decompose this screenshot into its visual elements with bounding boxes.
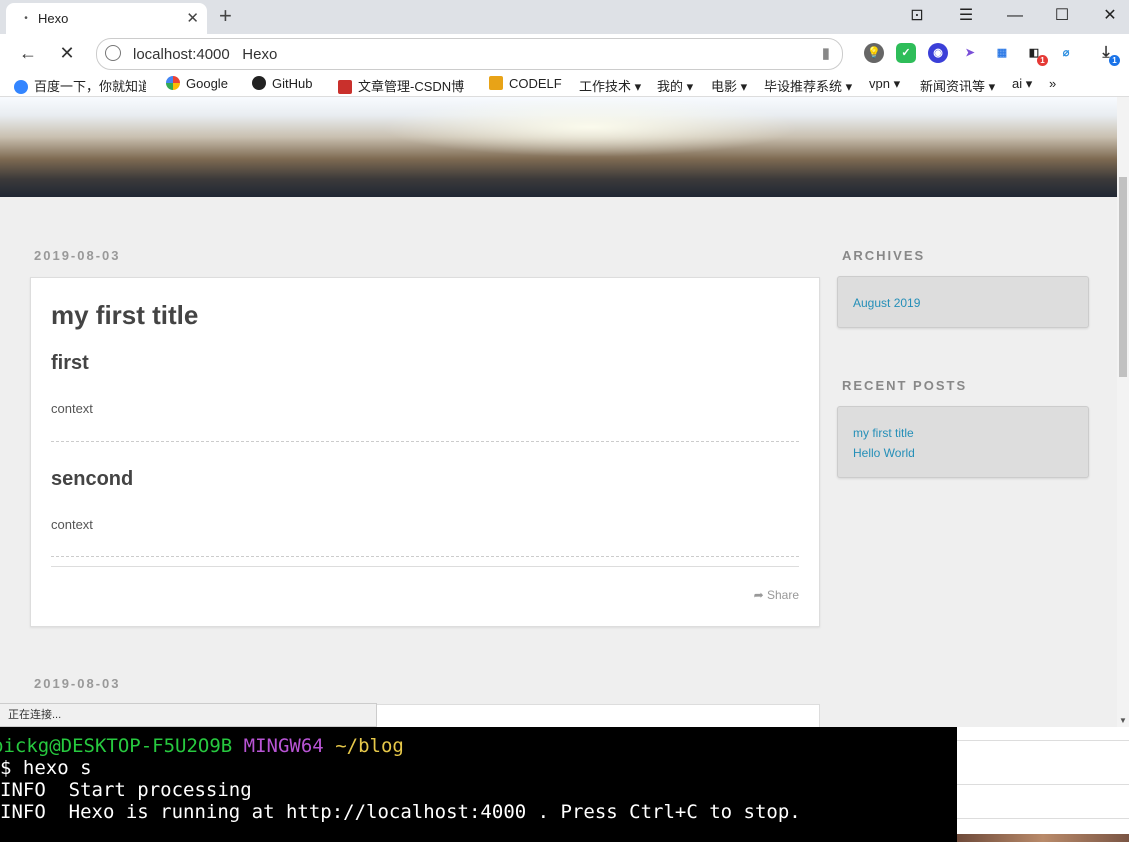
recent-post-link[interactable]: my first title xyxy=(853,426,914,440)
recent-post-link[interactable]: Hello World xyxy=(853,446,915,460)
bookmark-baidu[interactable]: 百度一下，你就知道 xyxy=(14,76,146,95)
divider xyxy=(51,556,799,557)
page-viewport: 2019-08-03 my first title first context … xyxy=(0,97,1117,727)
archives-heading: ARCHIVES xyxy=(842,248,926,263)
back-button[interactable]: ← xyxy=(16,41,40,65)
bulb-extension-icon[interactable]: 💡 xyxy=(864,43,884,63)
terminal-command: $ hexo s xyxy=(0,757,92,779)
section-heading: first xyxy=(51,352,89,374)
leaf-extension-icon[interactable]: ⌀ xyxy=(1056,43,1076,63)
close-window-button[interactable]: ✕ xyxy=(1096,4,1124,28)
octocat-extension-icon[interactable]: ◉ xyxy=(928,43,948,63)
post-date[interactable]: 2019-08-03 xyxy=(34,676,121,691)
maximize-button[interactable]: ☐ xyxy=(1048,4,1076,28)
recent-posts-widget: my first title Hello World xyxy=(837,406,1089,478)
address-host: localhost:4000 xyxy=(133,46,230,63)
terminal-output-line: INFO Hexo is running at http://localhost… xyxy=(0,801,801,823)
bookmark-google[interactable]: Google xyxy=(166,76,228,91)
shield-extension-icon[interactable]: ✓ xyxy=(896,43,916,63)
extension-badge: 1 xyxy=(1037,55,1048,66)
terminal-window[interactable]: pickg@DESKTOP-F5U2O9B MINGW64 ~/blog $ h… xyxy=(0,727,957,842)
tab-close-icon[interactable]: ✕ xyxy=(186,9,199,27)
background-image-strip xyxy=(957,834,1129,842)
section-heading: sencond xyxy=(51,468,134,490)
share-button[interactable]: ➦ Share xyxy=(754,588,799,602)
section-text: context xyxy=(51,401,93,416)
menu-icon[interactable]: ☰ xyxy=(952,4,980,28)
bookmark-folder-movies[interactable]: 电影 ▾ xyxy=(711,76,747,95)
post-title[interactable]: my first title xyxy=(51,300,198,331)
recent-posts-heading: RECENT POSTS xyxy=(842,378,968,393)
new-tab-button[interactable]: + xyxy=(219,4,232,28)
terminal-output-line: INFO Start processing xyxy=(0,779,252,801)
bookmark-codelf[interactable]: CODELF xyxy=(489,76,562,91)
bookmarks-bar: 百度一下，你就知道 Google GitHub 文章管理-CSDN博 CODEL… xyxy=(0,72,1129,97)
tab-title: Hexo xyxy=(38,11,69,26)
tab-search-icon[interactable]: ⊡ xyxy=(903,4,931,28)
download-icon[interactable]: ⤓ 1 xyxy=(1096,43,1120,66)
page-scrollbar[interactable]: ▼ xyxy=(1117,97,1129,727)
stop-loading-button[interactable]: ✕ xyxy=(55,41,79,65)
scroll-down-icon[interactable]: ▼ xyxy=(1117,716,1129,725)
github-icon xyxy=(252,76,266,90)
google-icon xyxy=(166,76,180,90)
article-card: my first title first context sencond con… xyxy=(30,277,820,627)
archives-widget: August 2019 xyxy=(837,276,1089,328)
archive-link[interactable]: August 2019 xyxy=(853,296,920,310)
grid-extension-icon[interactable]: ▦ xyxy=(992,43,1012,63)
browser-toolbar: ← ✕ localhost:4000 Hexo ▮ 💡 ✓ ◉ ➤ ▦ ◧ 1 ⌀… xyxy=(0,34,1129,72)
download-badge: 1 xyxy=(1109,55,1120,66)
csdn-icon xyxy=(338,80,352,94)
tab-strip: • Hexo ✕ + ⊡ ☰ — ☐ ✕ xyxy=(0,0,1129,34)
article-footer-divider xyxy=(51,566,799,567)
minimize-button[interactable]: — xyxy=(1001,4,1029,28)
section-text: context xyxy=(51,517,93,532)
bookmark-folder-mine[interactable]: 我的 ▾ xyxy=(657,76,693,95)
cursor-extension-icon[interactable]: ➤ xyxy=(960,43,980,63)
site-info-icon[interactable] xyxy=(105,45,121,61)
bookmark-csdn[interactable]: 文章管理-CSDN博 xyxy=(338,76,464,95)
address-bar[interactable]: localhost:4000 Hexo ▮ xyxy=(96,38,843,70)
bookmark-folder-vpn[interactable]: vpn ▾ xyxy=(869,76,900,92)
bookmarks-overflow-icon[interactable]: » xyxy=(1049,76,1056,91)
bookmark-folder-thesis[interactable]: 毕设推荐系统 ▾ xyxy=(764,76,852,95)
terminal-prompt: pickg@DESKTOP-F5U2O9B MINGW64 ~/blog xyxy=(0,735,404,757)
counter-extension-icon[interactable]: ◧ 1 xyxy=(1024,43,1048,66)
header-banner-image xyxy=(0,97,1117,197)
bookmark-github[interactable]: GitHub xyxy=(252,76,312,91)
bookmark-folder-work[interactable]: 工作技术 ▾ xyxy=(579,76,641,95)
post-date[interactable]: 2019-08-03 xyxy=(34,248,121,263)
address-page-title: Hexo xyxy=(242,46,278,63)
status-bubble: 正在连接... xyxy=(0,703,377,727)
bookmark-folder-ai[interactable]: ai ▾ xyxy=(1012,76,1032,92)
divider xyxy=(51,441,799,442)
codelf-icon xyxy=(489,76,503,90)
page-favicon-icon: • xyxy=(24,13,28,24)
scrollbar-thumb[interactable] xyxy=(1119,177,1127,377)
bookmark-icon[interactable]: ▮ xyxy=(822,44,830,62)
share-icon: ➦ xyxy=(753,588,764,602)
tab-hexo[interactable]: • Hexo ✕ xyxy=(6,3,207,34)
paw-icon xyxy=(14,80,28,94)
bookmark-folder-news[interactable]: 新闻资讯等 ▾ xyxy=(920,76,995,95)
